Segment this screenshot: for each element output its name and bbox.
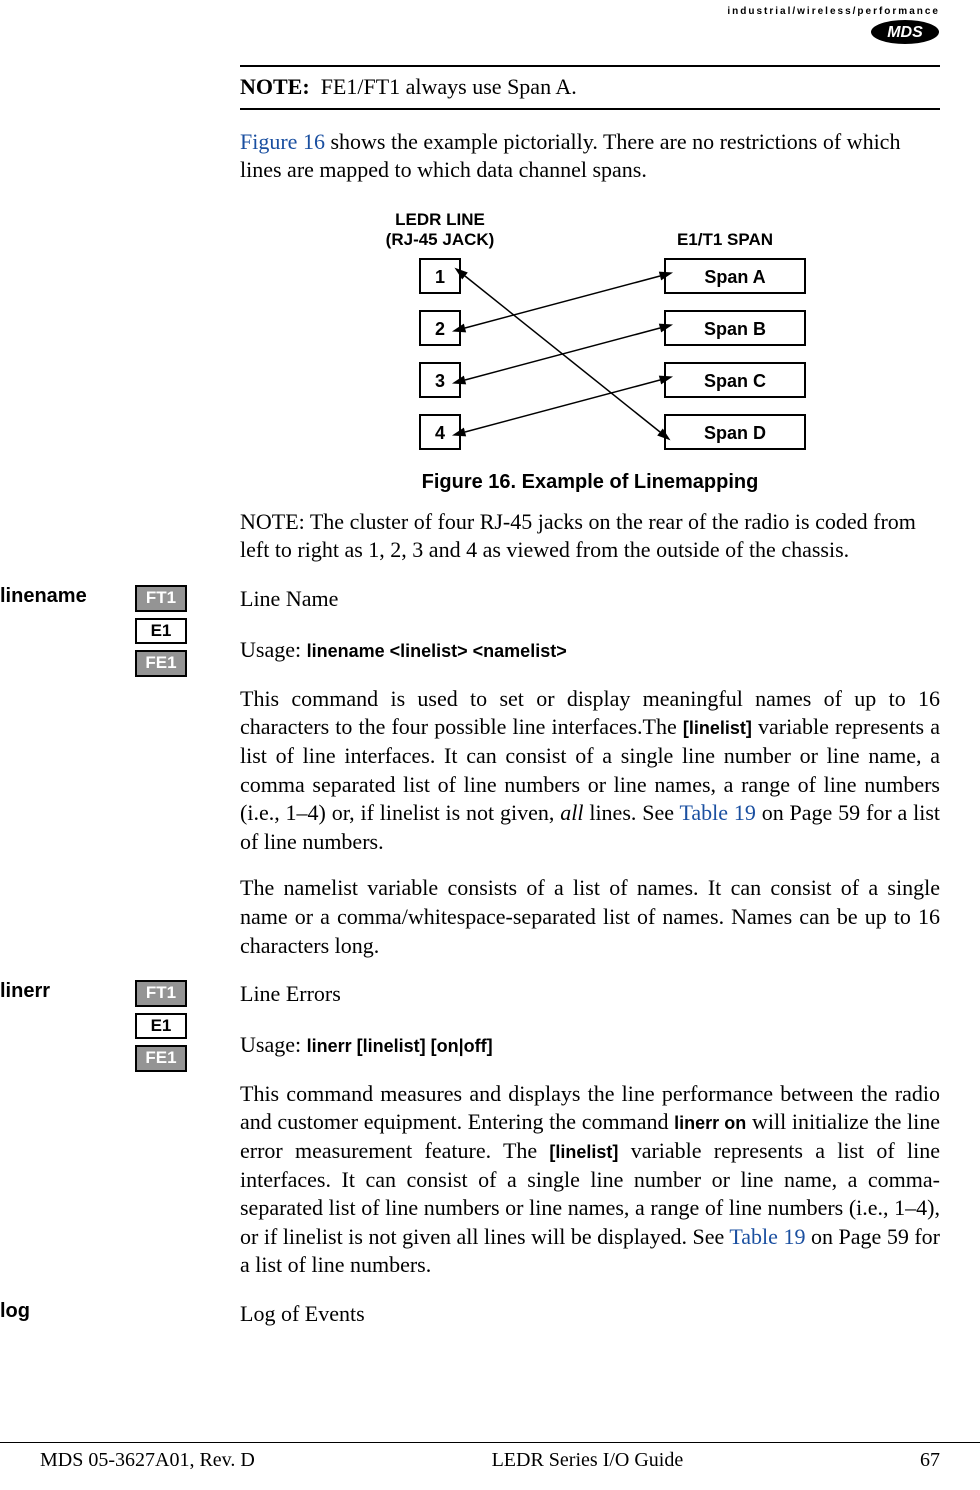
linename-para1: This command is used to set or display m…: [240, 685, 940, 857]
badge-ft1-2: FT1: [135, 980, 187, 1007]
linemapping-diagram: LEDR LINE (RJ-45 JACK) E1/T1 SPAN 1 2 3 …: [240, 211, 940, 451]
diagram-right-title: E1/T1 SPAN: [677, 230, 773, 249]
linerr-usage: Usage: linerr [linelist] [on|off]: [240, 1027, 940, 1062]
diagram-line-4: 4: [435, 423, 445, 443]
margin-label-linename: linename: [0, 585, 120, 608]
header-tagline: industrial/wireless/performance: [727, 6, 940, 17]
diagram-span-d: Span D: [704, 423, 766, 443]
margin-label-log: log: [0, 1300, 120, 1323]
linerr-title: Line Errors: [240, 980, 940, 1009]
badge-fe1: FE1: [135, 650, 187, 677]
diagram-left-title-2: (RJ-45 JACK): [386, 230, 495, 249]
figure-caption: Figure 16. Example of Linemapping: [240, 471, 940, 494]
diagram-line-3: 3: [435, 371, 445, 391]
diagram-line-1: 1: [435, 267, 445, 287]
margin-label-linerr: linerr: [0, 980, 120, 1003]
linerr-para1: This command measures and displays the l…: [240, 1080, 940, 1280]
note-box: NOTE: FE1/FT1 always use Span A.: [240, 65, 940, 110]
diagram-line-2: 2: [435, 319, 445, 339]
linename-title: Line Name: [240, 585, 940, 614]
footer-center: LEDR Series I/O Guide: [492, 1449, 684, 1472]
intro-text: shows the example pictorially. There are…: [240, 129, 900, 183]
diagram-left-title-1: LEDR LINE: [395, 211, 485, 229]
usage-label: Usage:: [240, 637, 307, 662]
diagram-span-c: Span C: [704, 371, 766, 391]
note-label: NOTE:: [240, 74, 310, 99]
diagram-span-a: Span A: [704, 267, 765, 287]
diagram-span-b: Span B: [704, 319, 766, 339]
figure-reference: Figure 16: [240, 129, 325, 154]
footer-right: 67: [920, 1449, 940, 1472]
page-footer: MDS 05-3627A01, Rev. D LEDR Series I/O G…: [0, 1442, 980, 1472]
table-reference: Table 19: [679, 800, 755, 825]
usage-code-2: linerr [linelist] [on|off]: [307, 1036, 493, 1056]
svg-text:MDS: MDS: [887, 24, 923, 41]
note-text: FE1/FT1 always use Span A.: [321, 74, 577, 99]
badge-e1: E1: [135, 618, 187, 645]
note-paragraph: NOTE: The cluster of four RJ-45 jacks on…: [240, 508, 940, 565]
table-reference-2: Table 19: [729, 1224, 805, 1249]
usage-code: linename <linelist> <namelist>: [307, 641, 567, 661]
footer-left: MDS 05-3627A01, Rev. D: [40, 1449, 255, 1472]
header-logo: industrial/wireless/performance MDS: [727, 6, 940, 50]
linename-para2: The namelist variable consists of a list…: [240, 874, 940, 960]
log-title: Log of Events: [240, 1300, 940, 1329]
badge-fe1-2: FE1: [135, 1045, 187, 1072]
linename-usage: Usage: linename <linelist> <namelist>: [240, 632, 940, 667]
mds-logo-icon: MDS: [870, 19, 940, 45]
usage-label-2: Usage:: [240, 1032, 307, 1057]
badge-ft1: FT1: [135, 585, 187, 612]
badge-e1-2: E1: [135, 1013, 187, 1040]
intro-paragraph: Figure 16 shows the example pictorially.…: [240, 128, 940, 185]
